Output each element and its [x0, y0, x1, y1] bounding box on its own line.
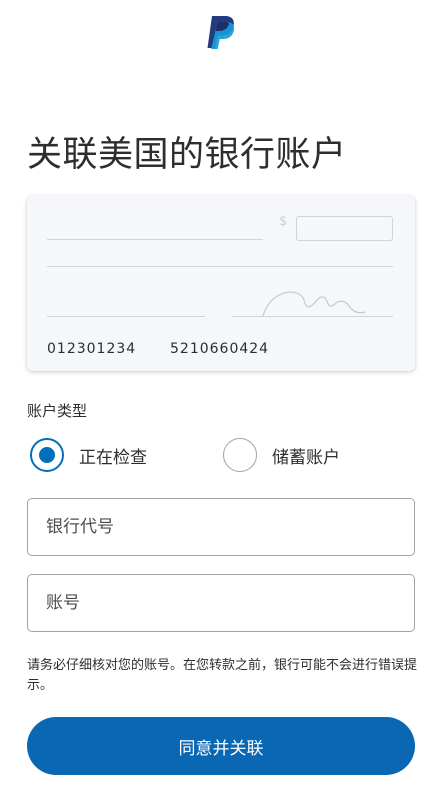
agree-and-link-button[interactable]: 同意并关联 — [27, 717, 415, 775]
verification-notice: 请务必仔细核对您的账号。在您转款之前，银行可能不会进行错误提示。 — [27, 658, 418, 693]
check-memo-line — [47, 316, 205, 317]
check-payee-line — [47, 239, 263, 240]
routing-number-sample: 012301234 — [47, 341, 137, 357]
radio-savings-label: 储蓄账户 — [272, 447, 340, 468]
account-number-input[interactable] — [28, 575, 414, 631]
currency-symbol: $ — [279, 214, 288, 229]
radio-option-savings[interactable]: 储蓄账户 — [223, 438, 340, 472]
check-illustration: $ 012301234 5210660424 — [27, 196, 415, 371]
radio-checking-label: 正在检查 — [79, 447, 147, 468]
signature-icon — [262, 291, 366, 317]
routing-number-input[interactable] — [28, 499, 414, 555]
account-number-field — [27, 574, 415, 632]
check-amount-box — [296, 216, 393, 241]
account-type-label: 账户类型 — [27, 402, 88, 420]
routing-number-field — [27, 498, 415, 556]
check-amount-line — [47, 266, 393, 267]
account-number-sample: 5210660424 — [170, 341, 270, 357]
radio-option-checking[interactable]: 正在检查 — [30, 438, 147, 472]
radio-savings[interactable] — [223, 438, 257, 472]
link-bank-page: 关联美国的银行账户 $ 012301234 5210660424 账户类型 正在… — [0, 0, 445, 800]
radio-checking[interactable] — [30, 438, 64, 472]
paypal-logo-icon — [207, 16, 235, 49]
page-title: 关联美国的银行账户 — [27, 135, 347, 175]
